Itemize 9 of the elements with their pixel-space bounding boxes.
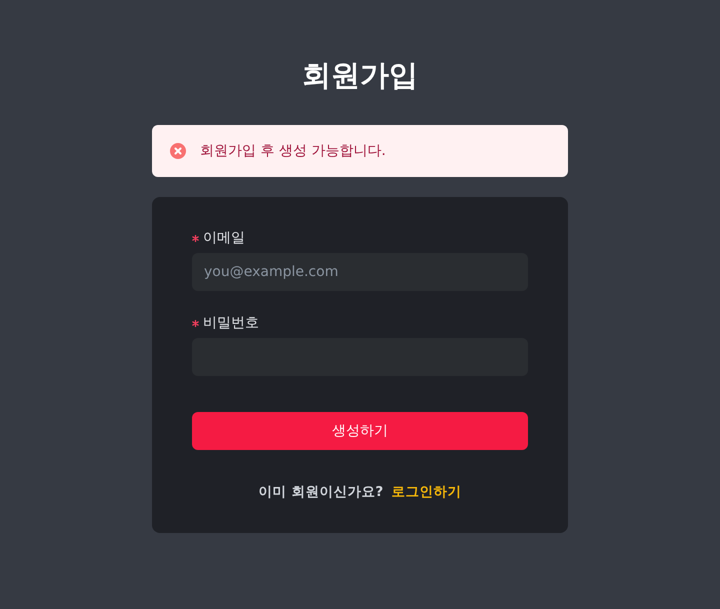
field-label: 비밀번호	[203, 314, 259, 333]
page-title: 회원가입	[302, 57, 418, 94]
footer-prompt: 이미 회원이신가요?	[258, 483, 384, 502]
alert-message: 회원가입 후 생성 가능합니다.	[200, 142, 386, 161]
field-label: 이메일	[203, 229, 245, 248]
login-link[interactable]: 로그인하기	[391, 482, 462, 502]
input-field[interactable]: you@example.com	[192, 253, 528, 291]
error-icon	[170, 143, 186, 159]
submit-button[interactable]: 생성하기	[192, 412, 528, 450]
